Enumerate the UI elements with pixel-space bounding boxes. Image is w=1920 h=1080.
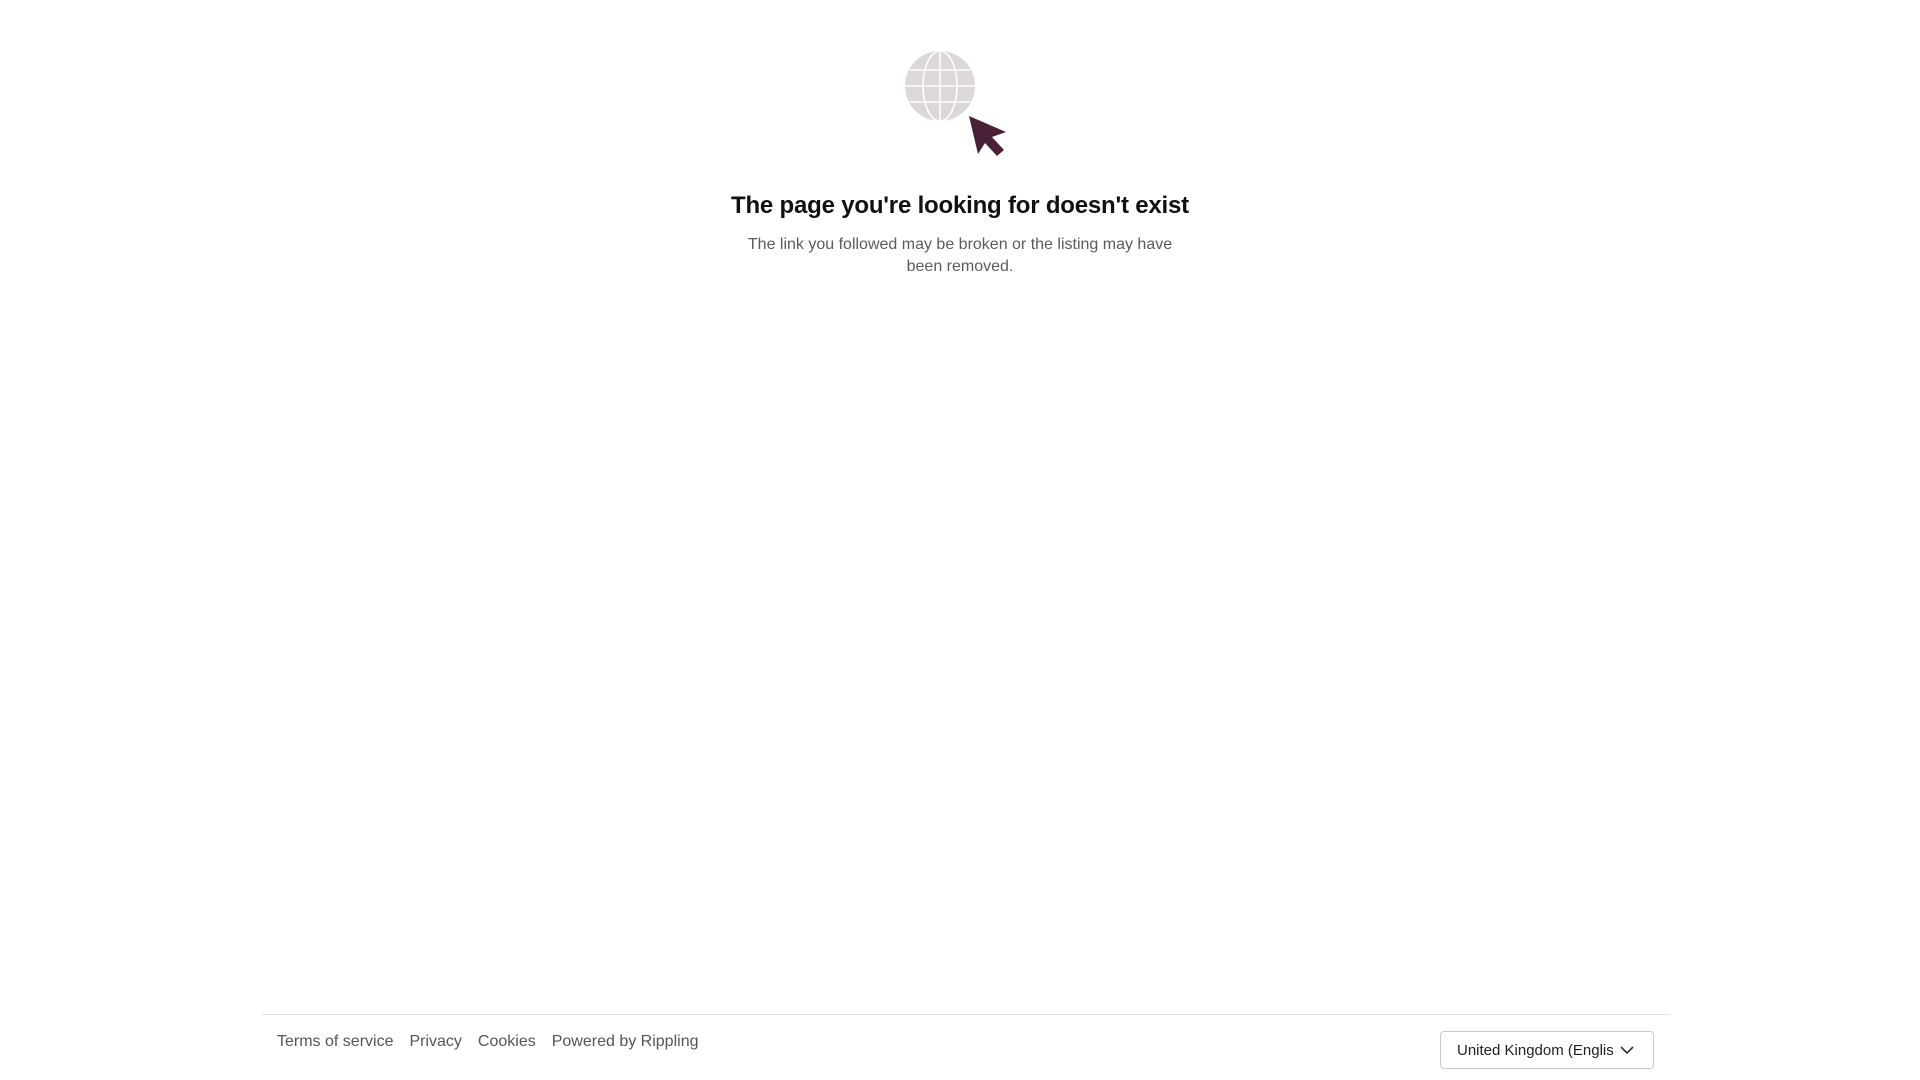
terms-of-service-link[interactable]: Terms of service xyxy=(277,1033,393,1051)
locale-selected-value: United Kingdom (English) xyxy=(1457,1041,1613,1059)
chevron-down-icon xyxy=(1619,1042,1635,1058)
globe-with-cursor-icon xyxy=(900,50,1020,160)
powered-by-rippling-link[interactable]: Powered by Rippling xyxy=(552,1033,699,1051)
privacy-link[interactable]: Privacy xyxy=(409,1033,461,1051)
cookies-link[interactable]: Cookies xyxy=(478,1033,536,1051)
footer-links: Terms of service Privacy Cookies Powered… xyxy=(277,1033,698,1051)
footer: Terms of service Privacy Cookies Powered… xyxy=(262,1014,1670,1080)
page-subtitle: The link you followed may be broken or t… xyxy=(747,236,1173,275)
locale-select[interactable]: United Kingdom (English) xyxy=(1440,1031,1654,1069)
page: The page you're looking for doesn't exis… xyxy=(0,0,1920,1080)
error-content: The page you're looking for doesn't exis… xyxy=(0,0,1920,278)
page-title: The page you're looking for doesn't exis… xyxy=(731,192,1189,219)
